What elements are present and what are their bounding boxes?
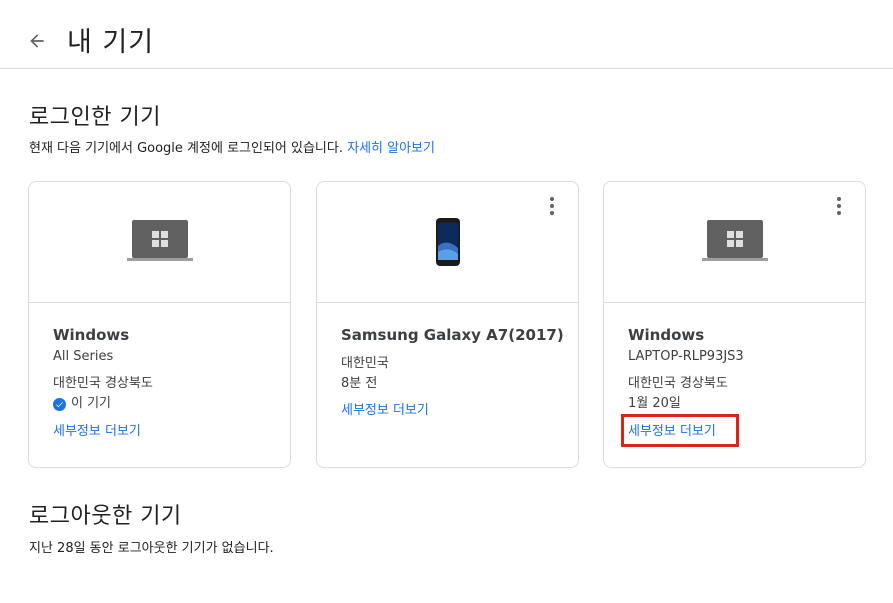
laptop-icon [701, 220, 768, 261]
signed-out-section-title: 로그아웃한 기기 [29, 504, 182, 529]
device-card[interactable]: Windows All Series 대한민국 경상북도 이 기기 세부정보 더… [28, 181, 291, 468]
device-location: 대한민국 경상북도 [628, 376, 728, 391]
top-bar: 내 기기 [0, 0, 893, 69]
device-location: 대한민국 경상북도 [53, 376, 153, 391]
device-last-active: 1월 20일 [628, 396, 681, 411]
laptop-icon [126, 220, 193, 261]
signed-in-description-text: 현재 다음 기기에서 Google 계정에 로그인되어 있습니다. [29, 141, 343, 156]
device-last-active: 8분 전 [341, 376, 378, 391]
highlight-box [621, 414, 739, 447]
more-options-button[interactable] [827, 194, 851, 218]
device-location: 대한민국 [341, 356, 389, 371]
back-button[interactable] [22, 26, 52, 56]
device-details-link[interactable]: 세부정보 더보기 [341, 401, 566, 421]
device-details-link[interactable]: 세부정보 더보기 [53, 422, 278, 442]
device-name: Windows [628, 326, 705, 344]
more-options-button[interactable] [540, 194, 564, 218]
more-vert-icon [550, 197, 554, 215]
phone-icon [435, 218, 460, 266]
check-circle-icon [53, 397, 66, 411]
more-vert-icon [837, 197, 841, 215]
device-card-header [29, 182, 290, 303]
device-model: All Series [53, 349, 114, 364]
signed-in-section-title: 로그인한 기기 [29, 105, 161, 130]
device-card-header [604, 182, 865, 303]
this-device-label: 이 기기 [71, 396, 112, 411]
learn-more-link[interactable]: 자세히 알아보기 [347, 141, 435, 156]
signed-out-description: 지난 28일 동안 로그아웃한 기기가 없습니다. [29, 541, 274, 556]
device-card[interactable]: Samsung Galaxy A7(2017) 대한민국 8분 전 세부정보 더… [316, 181, 579, 468]
device-name: Windows [53, 326, 130, 344]
signed-in-description: 현재 다음 기기에서 Google 계정에 로그인되어 있습니다. 자세히 알아… [29, 137, 435, 156]
device-name: Samsung Galaxy A7(2017) [341, 326, 564, 344]
page-title: 내 기기 [67, 27, 155, 58]
arrow-back-icon [30, 34, 44, 48]
device-card-header [317, 182, 578, 303]
this-device-indicator: 이 기기 [53, 394, 278, 414]
device-model: LAPTOP-RLP93JS3 [628, 349, 744, 364]
